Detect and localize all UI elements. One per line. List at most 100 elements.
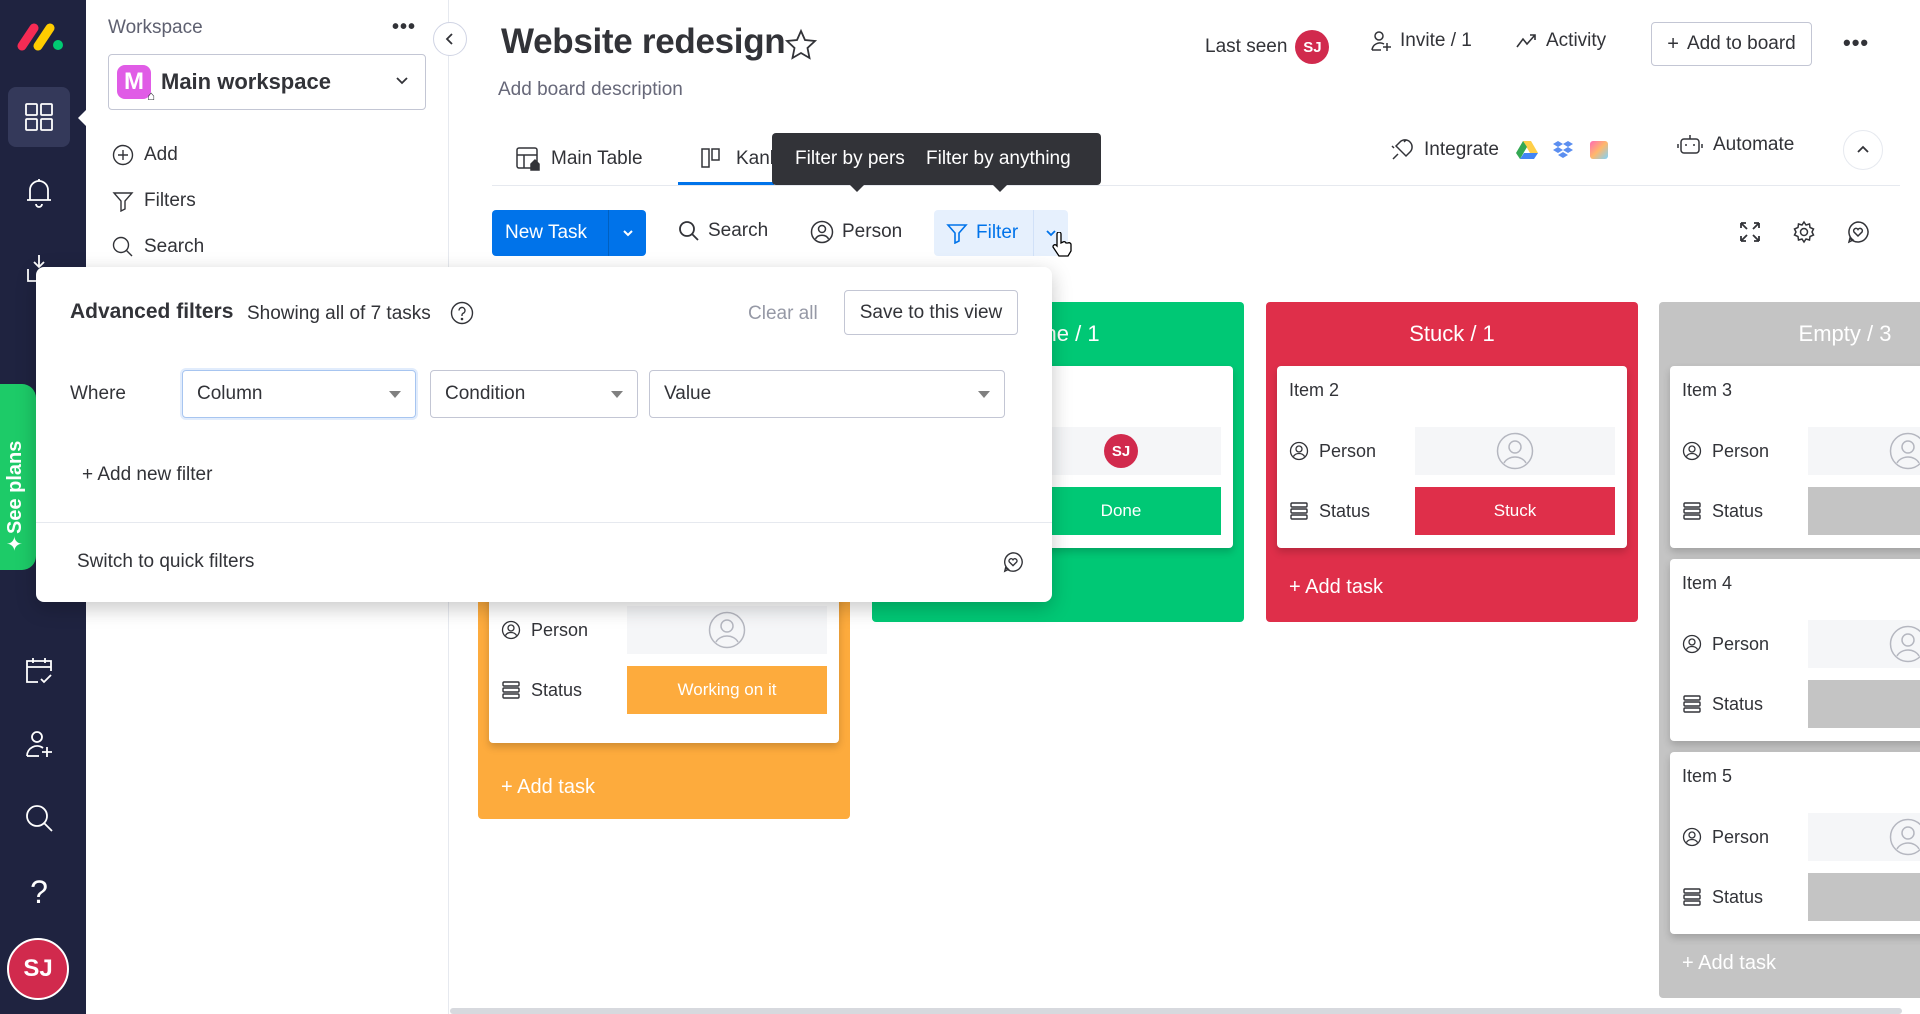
fullscreen-button[interactable] — [1738, 220, 1762, 244]
collapse-header-button[interactable] — [1843, 130, 1883, 170]
new-task-button[interactable]: New Task — [492, 210, 646, 256]
column-title[interactable]: Empty / 3 — [1659, 302, 1920, 366]
card-status-row: Status — [1682, 873, 1763, 921]
activity-icon — [1516, 32, 1546, 50]
see-plans-button[interactable]: ✦ See plans — [0, 384, 36, 570]
filter-button[interactable]: Filter — [934, 210, 1068, 256]
card-person-row: Person — [1289, 427, 1376, 475]
card-title: Item 2 — [1289, 380, 1340, 400]
feedback-button[interactable] — [1846, 220, 1870, 244]
kanban-card[interactable]: Item 5 Person Status — [1670, 752, 1920, 934]
status-cell[interactable] — [1808, 487, 1920, 535]
chevron-up-icon — [1855, 142, 1871, 158]
plus-circle-icon — [112, 144, 144, 166]
column-title[interactable]: Stuck / 1 — [1266, 302, 1638, 366]
robot-icon — [1677, 134, 1703, 156]
search-button[interactable]: Search — [678, 220, 768, 242]
add-new-filter-button[interactable]: + Add new filter — [82, 464, 212, 486]
empty-avatar-icon — [708, 611, 746, 649]
last-seen-avatar: SJ — [1295, 30, 1330, 64]
status-cell[interactable] — [1808, 680, 1920, 728]
status-icon — [1682, 887, 1712, 907]
person-cell[interactable] — [1808, 427, 1920, 475]
help-icon[interactable] — [450, 301, 474, 325]
automate-button[interactable]: Automate — [1677, 134, 1794, 156]
gear-icon — [1792, 220, 1816, 244]
person-cell[interactable] — [1808, 813, 1920, 861]
condition-select[interactable]: Condition — [430, 370, 638, 418]
rail-notifications-button[interactable] — [8, 162, 70, 222]
status-icon — [1289, 501, 1319, 521]
tab-main-table[interactable]: Main Table — [515, 132, 643, 186]
heart-chat-icon — [1846, 220, 1870, 244]
last-seen[interactable]: Last seen SJ — [1205, 30, 1330, 64]
workspace-more-button[interactable]: ••• — [392, 16, 416, 39]
person-icon — [1289, 441, 1319, 461]
save-to-view-button[interactable]: Save to this view — [844, 290, 1018, 335]
rail-help-button[interactable]: ? — [8, 862, 70, 922]
person-filter-button[interactable]: Person — [810, 220, 902, 244]
card-person-row: Person — [1682, 813, 1769, 861]
invite-button[interactable]: Invite / 1 — [1370, 30, 1472, 52]
status-cell[interactable] — [1808, 873, 1920, 921]
tooltip-arrow — [991, 183, 1009, 192]
column-select[interactable]: Column — [182, 370, 416, 418]
board-title[interactable]: Website redesign — [501, 22, 786, 62]
kanban-card[interactable]: Item 4 Person Status — [1670, 559, 1920, 741]
rail-my-work-button[interactable] — [8, 640, 70, 700]
board-more-button[interactable]: ••• — [1843, 30, 1869, 56]
clear-all-button[interactable]: Clear all — [748, 303, 818, 325]
collapse-panel-button[interactable] — [433, 22, 467, 56]
add-task-button[interactable]: + Add task — [501, 776, 595, 799]
monday-logo[interactable] — [16, 22, 66, 52]
rail-workspace-button[interactable] — [8, 87, 70, 147]
add-task-button[interactable]: + Add task — [1289, 576, 1383, 599]
add-user-icon — [24, 729, 54, 759]
new-task-dropdown[interactable] — [608, 210, 646, 256]
switch-to-quick-filters-button[interactable]: Switch to quick filters — [77, 551, 254, 573]
add-user-icon — [1370, 30, 1400, 52]
status-cell[interactable]: Working on it — [627, 666, 827, 714]
calendar-check-icon — [24, 655, 54, 685]
rail-search-button[interactable] — [8, 788, 70, 848]
home-icon: ⌂ — [147, 88, 155, 103]
person-icon — [810, 220, 842, 244]
person-cell[interactable] — [1415, 427, 1615, 475]
status-cell[interactable]: Stuck — [1415, 487, 1615, 535]
card-person-row: Person — [1682, 427, 1769, 475]
board-description[interactable]: Add board description — [498, 79, 683, 101]
integrate-button[interactable]: Integrate — [1390, 134, 1615, 166]
workspace-add[interactable]: Add — [112, 144, 178, 166]
table-home-icon — [515, 146, 551, 172]
horizontal-scrollbar[interactable] — [450, 1008, 1902, 1014]
person-cell[interactable] — [627, 606, 827, 654]
empty-avatar-icon — [1496, 432, 1534, 470]
workspace-filters[interactable]: Filters — [112, 190, 196, 212]
person-cell[interactable] — [1808, 620, 1920, 668]
workspace-selector[interactable]: M ⌂ Main workspace — [108, 54, 426, 110]
status-icon — [1682, 694, 1712, 714]
kanban-card[interactable]: Item 3 Person Status — [1670, 366, 1920, 548]
value-select[interactable]: Value — [649, 370, 1005, 418]
heart-chat-icon[interactable] — [1002, 551, 1024, 573]
card-title: Item 5 — [1682, 766, 1733, 786]
add-to-board-button[interactable]: + Add to board — [1651, 22, 1812, 66]
card-person-row: Person — [1682, 620, 1769, 668]
status-icon — [1682, 501, 1712, 521]
popup-divider — [36, 522, 1052, 523]
kanban-card[interactable]: Item 2 Person Status Stuck — [1277, 366, 1627, 548]
add-task-button[interactable]: + Add task — [1682, 952, 1776, 975]
settings-button[interactable] — [1792, 220, 1816, 244]
rail-invite-button[interactable] — [8, 714, 70, 774]
favorite-star-icon[interactable] — [784, 28, 818, 60]
chevron-down-icon — [622, 230, 633, 237]
chevron-down-icon — [393, 71, 411, 89]
card-title: Item 4 — [1682, 573, 1733, 593]
activity-button[interactable]: Activity — [1516, 30, 1606, 52]
card-status-row: Status — [1289, 487, 1370, 535]
filter-icon — [946, 222, 976, 244]
user-avatar[interactable]: SJ — [7, 938, 69, 1000]
card-status-row: Status — [1682, 487, 1763, 535]
chevron-left-icon — [443, 32, 457, 46]
workspace-search[interactable]: Search — [112, 236, 204, 258]
